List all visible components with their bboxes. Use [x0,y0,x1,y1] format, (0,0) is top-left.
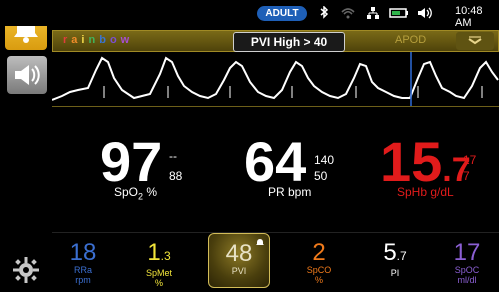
pi-label: PI [390,268,400,278]
pleth-waveform [51,52,499,107]
rra-label: RRa [73,265,92,275]
pvi-label: PVI [231,266,247,276]
spmet-value: 1.3 [147,239,171,266]
sphb-label: SpHb g/dL [397,185,454,199]
network-icon [367,7,379,19]
spoc-label: SpOC [454,265,480,275]
spco-value: 2 [312,239,326,266]
pr-value[interactable]: 64 [244,134,306,190]
clock-time: 10:48 AM [455,5,483,29]
pi-tile[interactable]: 5.7 PI [364,233,426,288]
brand-logo: rainbow [63,34,134,46]
waveform-trace [51,52,499,106]
rra-tile[interactable]: 18 RRa rpm [52,233,114,288]
spco-tile[interactable]: 2 SpCO % [288,233,350,288]
rra-unit: rpm [75,275,91,285]
battery-icon [389,8,408,18]
spoc-value: 17 [453,239,481,266]
sphb-high-limit: 17 [463,153,477,167]
speaker-icon [15,65,40,85]
secondary-parameters: 18 RRa rpm 1.3 SpMet % 48 PVI 2 SpCO % 5… [52,232,499,292]
wifi-icon [341,8,355,19]
header-menu-button[interactable] [456,32,494,50]
status-bar: ADULT 10:48 AM [0,0,499,29]
apod-label: APOD [395,34,427,46]
rra-value: 18 [69,239,97,266]
sphb-low-limit: 7 [463,169,470,183]
spmet-unit: % [154,278,163,288]
alarm-bell-icon [256,239,264,245]
pr-high-limit: 140 [314,153,335,167]
header-bar: rainbow PVI High > 40 APOD [52,30,499,52]
chevron-down-icon [468,36,482,45]
alarm-message[interactable]: PVI High > 40 [233,32,345,52]
spmet-tile[interactable]: 1.3 SpMet % [128,233,190,289]
spo2-value[interactable]: 97 [100,134,162,190]
spco-unit: % [314,275,323,285]
pr-label: PR bpm [268,185,312,199]
settings-button[interactable] [12,256,40,284]
spmet-label: SpMet [145,268,172,278]
pvi-tile[interactable]: 48 PVI [208,233,270,288]
spo2-high-limit: -- [169,149,177,163]
speaker-button[interactable] [7,56,47,94]
spo2-low-limit: 88 [169,169,183,183]
pr-low-limit: 50 [314,169,328,183]
gear-icon [13,257,39,283]
spco-label: SpCO [306,265,332,275]
spoc-unit: ml/dl [457,275,477,285]
bluetooth-icon [320,6,329,19]
left-rail [0,0,52,291]
spo2-label: SpO2 % [114,185,158,202]
patient-profile-pill[interactable]: ADULT [257,6,307,21]
volume-icon [418,7,432,19]
spoc-tile[interactable]: 17 SpOC ml/dl [436,233,498,288]
pi-value: 5.7 [383,239,407,266]
main-parameters: 97 -- 88 SpO2 % 64 140 50 PR bpm 15.7 17… [52,106,499,232]
